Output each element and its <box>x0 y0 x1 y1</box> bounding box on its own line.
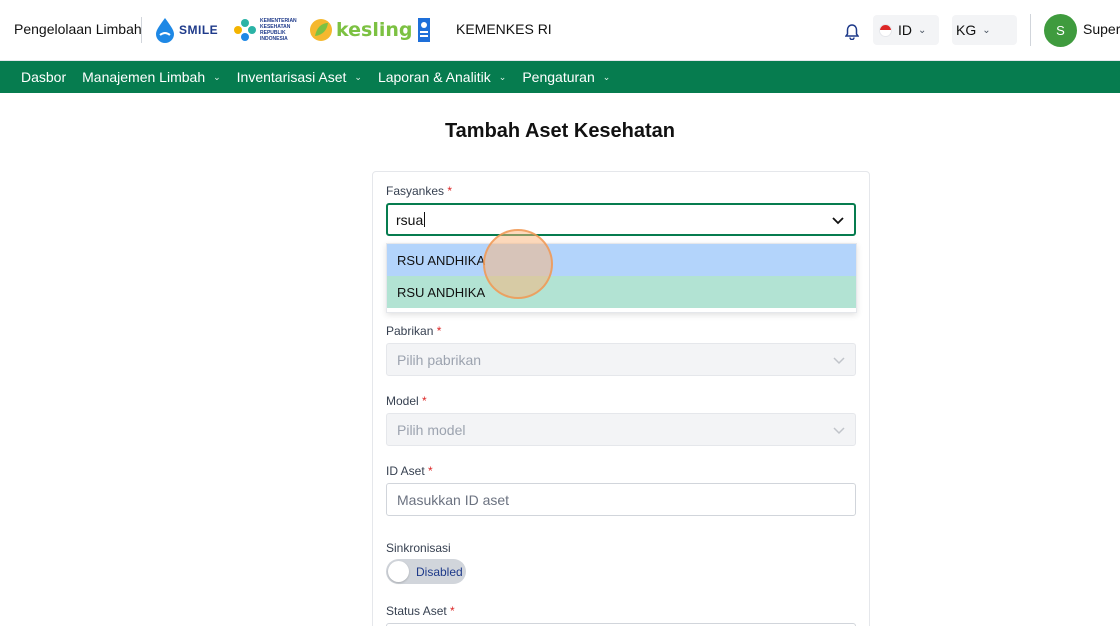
top-header: Pengelolaan Limbah SMILE KEMENTERIAN KES… <box>0 0 1120 61</box>
sinkronisasi-toggle[interactable]: Disabled <box>386 559 466 584</box>
main-navigation: Dasbor Manajemen Limbah ⌄ Inventarisasi … <box>0 61 1120 93</box>
nav-item-dasbor[interactable]: Dasbor <box>21 69 66 85</box>
id-aset-input[interactable]: Masukkan ID aset <box>386 483 856 516</box>
notification-button[interactable] <box>844 24 860 45</box>
nav-item-manajemen-limbah[interactable]: Manajemen Limbah ⌄ <box>82 69 221 85</box>
leaf-icon <box>310 19 332 41</box>
fasyankes-option[interactable]: RSU ANDHIKA <box>387 244 856 276</box>
chevron-down-icon: ⌄ <box>982 24 991 36</box>
fasyankes-option[interactable]: RSU ANDHIKA <box>387 276 856 308</box>
status-aset-label: Status Aset * <box>386 604 455 618</box>
bell-icon <box>844 24 860 41</box>
model-label: Model * <box>386 394 427 408</box>
click-indicator <box>483 229 553 299</box>
pabrikan-label: Pabrikan * <box>386 324 442 338</box>
pabrikan-select[interactable]: Pilih pabrikan <box>386 343 856 376</box>
user-divider <box>1030 14 1031 46</box>
chevron-down-icon[interactable] <box>832 212 844 228</box>
chevron-down-icon <box>833 352 845 368</box>
nav-item-inventarisasi-aset[interactable]: Inventarisasi Aset ⌄ <box>237 69 362 85</box>
chevron-down-icon <box>833 422 845 438</box>
app-name: Pengelolaan Limbah <box>14 21 142 37</box>
chevron-down-icon: ⌄ <box>354 71 362 82</box>
fasyankes-options-list: RSU ANDHIKA RSU ANDHIKA <box>386 243 857 313</box>
kemenkes-logo: KEMENTERIAN KESEHATAN REPUBLIK INDONESIA <box>233 14 297 46</box>
kesling-logo: kesling <box>309 14 412 46</box>
chevron-down-icon: ⌄ <box>918 24 927 36</box>
sinkronisasi-label: Sinkronisasi <box>386 541 451 555</box>
text-caret <box>424 212 426 227</box>
toggle-knob <box>388 561 409 582</box>
fasyankes-label: Fasyankes * <box>386 184 453 198</box>
nav-item-laporan-analitik[interactable]: Laporan & Analitik ⌄ <box>378 69 506 85</box>
smile-logo: SMILE <box>154 14 218 46</box>
user-name[interactable]: Super A <box>1083 21 1120 37</box>
water-drop-icon <box>156 18 174 43</box>
chevron-down-icon: ⌄ <box>602 71 611 82</box>
chevron-down-icon: ⌄ <box>213 71 221 82</box>
id-aset-label: ID Aset * <box>386 464 433 478</box>
undp-emblem-icon <box>418 18 430 42</box>
avatar[interactable]: S <box>1044 14 1077 47</box>
chevron-down-icon: ⌄ <box>498 71 507 82</box>
model-select[interactable]: Pilih model <box>386 413 856 446</box>
kemenkes-emblem-icon <box>234 19 256 41</box>
page-title: Tambah Aset Kesehatan <box>444 120 676 142</box>
header-divider <box>141 17 142 43</box>
asset-form-card: Fasyankes * rsua RSU ANDHIKA RSU ANDHIKA… <box>372 171 870 626</box>
organization-name: KEMENKES RI <box>456 21 552 37</box>
fasyankes-search-text: rsua <box>396 211 424 228</box>
indonesia-flag-icon <box>879 23 892 37</box>
unit-selector[interactable]: KG ⌄ <box>952 15 1017 45</box>
nav-item-pengaturan[interactable]: Pengaturan ⌄ <box>522 69 610 85</box>
language-selector[interactable]: ID ⌄ <box>873 15 939 45</box>
undp-logo <box>418 14 430 46</box>
fasyankes-select[interactable]: rsua <box>386 203 856 236</box>
